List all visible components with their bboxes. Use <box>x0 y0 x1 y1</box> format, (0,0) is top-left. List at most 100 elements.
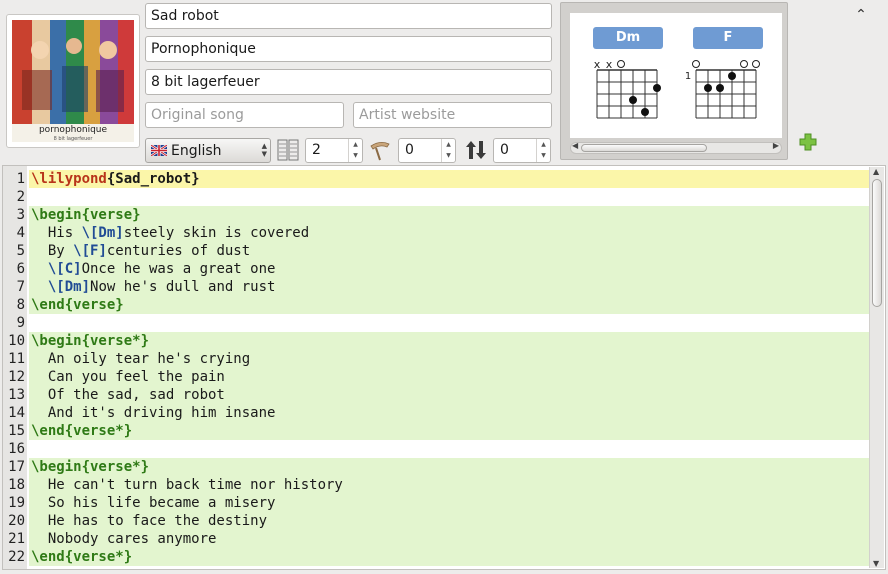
line-number: 7 <box>16 279 25 295</box>
chord-token: \[Dm] <box>81 225 124 241</box>
editor-line[interactable]: 7 \[Dm]Now he's dull and rust <box>3 278 869 296</box>
editor-line[interactable]: 17 \begin{verse*} <box>3 458 869 476</box>
album-cover-image: pornophonique 8 bit lagerfeuer <box>12 20 134 142</box>
line-number: 13 <box>8 387 25 403</box>
collapse-icon[interactable]: ⌃ <box>852 6 870 24</box>
capo-spinbox[interactable]: 0 ▲ ▼ <box>398 138 456 163</box>
editor-line[interactable]: 16 <box>3 440 869 458</box>
line-text <box>29 314 869 332</box>
album-cover-frame[interactable]: pornophonique 8 bit lagerfeuer <box>6 14 140 148</box>
lyric-text: And it's driving him insane <box>31 405 276 421</box>
lyric-text: His <box>31 225 82 241</box>
editor-line[interactable]: 20 He has to face the destiny <box>3 512 869 530</box>
editor-line[interactable]: 4 His \[Dm]steely skin is covered <box>3 224 869 242</box>
scroll-thumb[interactable] <box>581 144 707 152</box>
artist-input[interactable]: Pornophonique <box>145 36 552 62</box>
line-text: \begin{verse*} <box>29 332 869 350</box>
editor-line[interactable]: 2 <box>3 188 869 206</box>
lyric-text: By <box>31 243 74 259</box>
line-text: He has to face the destiny <box>29 512 869 530</box>
chord-diagrams-area: Dm F xx 1 <box>570 13 782 138</box>
editor-line[interactable]: 21 Nobody cares anymore <box>3 530 869 548</box>
line-text: And it's driving him insane <box>29 404 869 422</box>
add-chord-icon[interactable] <box>799 133 817 151</box>
transpose-icon <box>466 141 486 159</box>
editor-line[interactable]: 6 \[C]Once he was a great one <box>3 260 869 278</box>
editor-line[interactable]: 1 \lilypond{Sad_robot} <box>3 170 869 188</box>
keyword-token: {verse*} <box>81 459 150 475</box>
line-text: Can you feel the pain <box>29 368 869 386</box>
line-number: 17 <box>8 459 25 475</box>
song-editor[interactable]: 1 \lilypond{Sad_robot} 2 3 \begin{verse} 4 Hi… <box>2 165 886 570</box>
album-input[interactable]: 8 bit lagerfeuer <box>145 69 552 95</box>
chord-button-dm[interactable]: Dm <box>593 27 663 49</box>
editor-line[interactable]: 9 <box>3 314 869 332</box>
line-number: 21 <box>8 531 25 547</box>
scroll-up-icon[interactable]: ▲ <box>873 167 879 176</box>
editor-vertical-scrollbar[interactable]: ▲ ▼ <box>869 167 884 568</box>
lyric-text: He has to face the destiny <box>31 513 268 529</box>
line-text: \end{verse} <box>29 296 869 314</box>
editor-line[interactable]: 12 Can you feel the pain <box>3 368 869 386</box>
line-number: 5 <box>16 243 25 259</box>
transpose-spinbox[interactable]: 0 ▲ ▼ <box>493 138 551 163</box>
editor-line[interactable]: 22 \end{verse*} <box>3 548 869 566</box>
song-title-input[interactable]: Sad robot <box>145 3 552 29</box>
line-text: \lilypond{Sad_robot} <box>29 170 869 188</box>
spin-arrows-icon[interactable]: ▲ ▼ <box>441 139 455 162</box>
lyric-text: So his life became a misery <box>31 495 276 511</box>
editor-line[interactable]: 10 \begin{verse*} <box>3 332 869 350</box>
language-select[interactable]: English ▲ ▼ <box>145 138 271 163</box>
keyword-token: {verse*} <box>64 423 133 439</box>
columns-spinbox[interactable]: 2 ▲ ▼ <box>305 138 363 163</box>
editor-line[interactable]: 13 Of the sad, sad robot <box>3 386 869 404</box>
finger-dot <box>716 84 724 92</box>
keyword-token: \begin <box>31 333 82 349</box>
keyword-token: \end <box>31 423 65 439</box>
editor-line[interactable]: 14 And it's driving him insane <box>3 404 869 422</box>
fret-number: 1 <box>685 71 691 82</box>
editor-line[interactable]: 5 By \[F]centuries of dust <box>3 242 869 260</box>
editor-line[interactable]: 18 He can't turn back time nor history <box>3 476 869 494</box>
lyric-text: Nobody cares anymore <box>31 531 217 547</box>
line-text: His \[Dm]steely skin is covered <box>29 224 869 242</box>
finger-dot <box>641 108 649 116</box>
lyric-text: Now he's dull and rust <box>90 279 276 295</box>
line-text: By \[F]centuries of dust <box>29 242 869 260</box>
keyword-token: {verse*} <box>81 333 150 349</box>
chord-button-f[interactable]: F <box>693 27 763 49</box>
lyric-text: centuries of dust <box>106 243 251 259</box>
line-number: 3 <box>16 207 25 223</box>
keyword-token: {verse*} <box>64 549 133 565</box>
editor-line[interactable]: 19 So his life became a misery <box>3 494 869 512</box>
transpose-value: 0 <box>500 142 509 158</box>
open-string-marker <box>617 60 625 68</box>
editor-line[interactable]: 8 \end{verse} <box>3 296 869 314</box>
keyword-token: \end <box>31 297 65 313</box>
language-label: English <box>171 142 222 159</box>
muted-string-marker: x <box>594 58 601 71</box>
scroll-left-icon[interactable]: ◀ <box>572 141 578 150</box>
line-number: 12 <box>8 369 25 385</box>
cover-sub-text: 8 bit lagerfeuer <box>54 136 94 142</box>
editor-line[interactable]: 11 An oily tear he's crying <box>3 350 869 368</box>
scroll-right-icon[interactable]: ▶ <box>773 141 779 150</box>
line-number: 4 <box>16 225 25 241</box>
line-text: \end{verse*} <box>29 422 869 440</box>
lyric-text: He can't turn back time nor history <box>31 477 343 493</box>
line-text: \[Dm]Now he's dull and rust <box>29 278 869 296</box>
scroll-down-icon[interactable]: ▼ <box>873 559 879 568</box>
line-text <box>29 188 869 206</box>
editor-line[interactable]: 3 \begin{verse} <box>3 206 869 224</box>
spin-arrows-icon[interactable]: ▲ ▼ <box>536 139 550 162</box>
spin-arrows-icon[interactable]: ▲ ▼ <box>348 139 362 162</box>
artist-website-input[interactable]: Artist website <box>353 102 552 128</box>
editor-line[interactable]: 15 \end{verse*} <box>3 422 869 440</box>
finger-dot <box>728 72 736 80</box>
chords-horizontal-scrollbar[interactable]: ◀ ▶ <box>570 141 782 154</box>
line-number: 1 <box>16 171 25 187</box>
columns-value: 2 <box>312 142 321 158</box>
original-song-input[interactable]: Original song <box>145 102 344 128</box>
scroll-thumb[interactable] <box>872 179 882 307</box>
line-number: 11 <box>8 351 25 367</box>
